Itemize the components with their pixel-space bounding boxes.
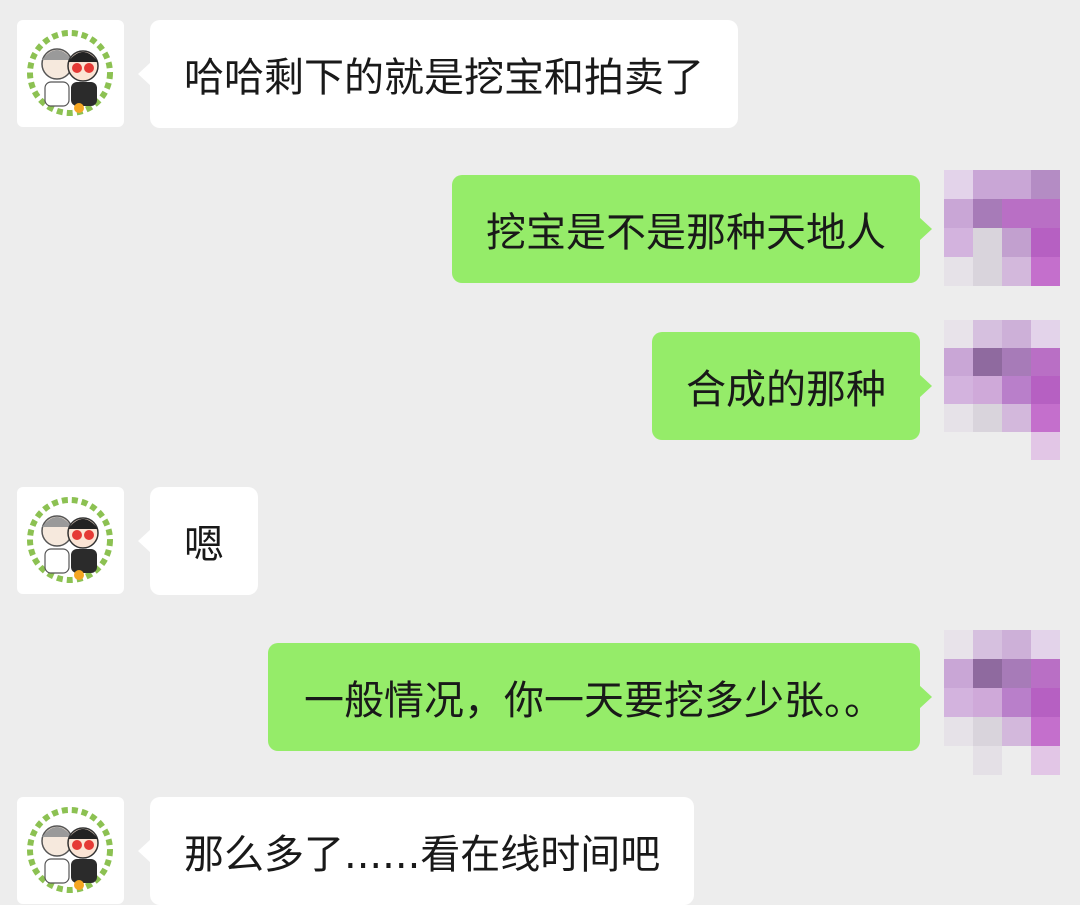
my-avatar[interactable] (944, 630, 1060, 775)
message-bubble-incoming[interactable]: 那么多了......看在线时间吧 (137, 797, 695, 905)
message-text: 合成的那种 (686, 367, 886, 413)
message-bubble-outgoing[interactable]: 一般情况，你一天要挖多少张。。 (268, 643, 932, 751)
cartoon-couple-avatar-icon (27, 807, 113, 893)
message-bubble-incoming[interactable]: 哈哈剩下的就是挖宝和拍卖了 (138, 20, 738, 128)
message-bubble-incoming[interactable]: 嗯 (138, 487, 258, 595)
my-avatar[interactable] (944, 320, 1060, 460)
contact-avatar[interactable] (17, 20, 124, 127)
my-avatar[interactable] (944, 170, 1060, 286)
cartoon-couple-avatar-icon (27, 497, 113, 583)
message-bubble-outgoing[interactable]: 合成的那种 (652, 332, 932, 440)
pixelated-avatar-icon (944, 320, 1060, 460)
message-bubble-outgoing[interactable]: 挖宝是不是那种天地人 (452, 175, 932, 283)
message-text: 一般情况，你一天要挖多少张。。 (304, 678, 884, 724)
message-text: 哈哈剩下的就是挖宝和拍卖了 (184, 55, 704, 101)
pixelated-avatar-icon (944, 630, 1060, 775)
contact-avatar[interactable] (17, 487, 124, 594)
pixelated-avatar-icon (944, 170, 1060, 286)
message-text: 那么多了......看在线时间吧 (184, 832, 661, 878)
message-text: 嗯 (184, 522, 224, 568)
cartoon-couple-avatar-icon (27, 30, 113, 116)
message-text: 挖宝是不是那种天地人 (486, 210, 886, 256)
contact-avatar[interactable] (17, 797, 124, 904)
